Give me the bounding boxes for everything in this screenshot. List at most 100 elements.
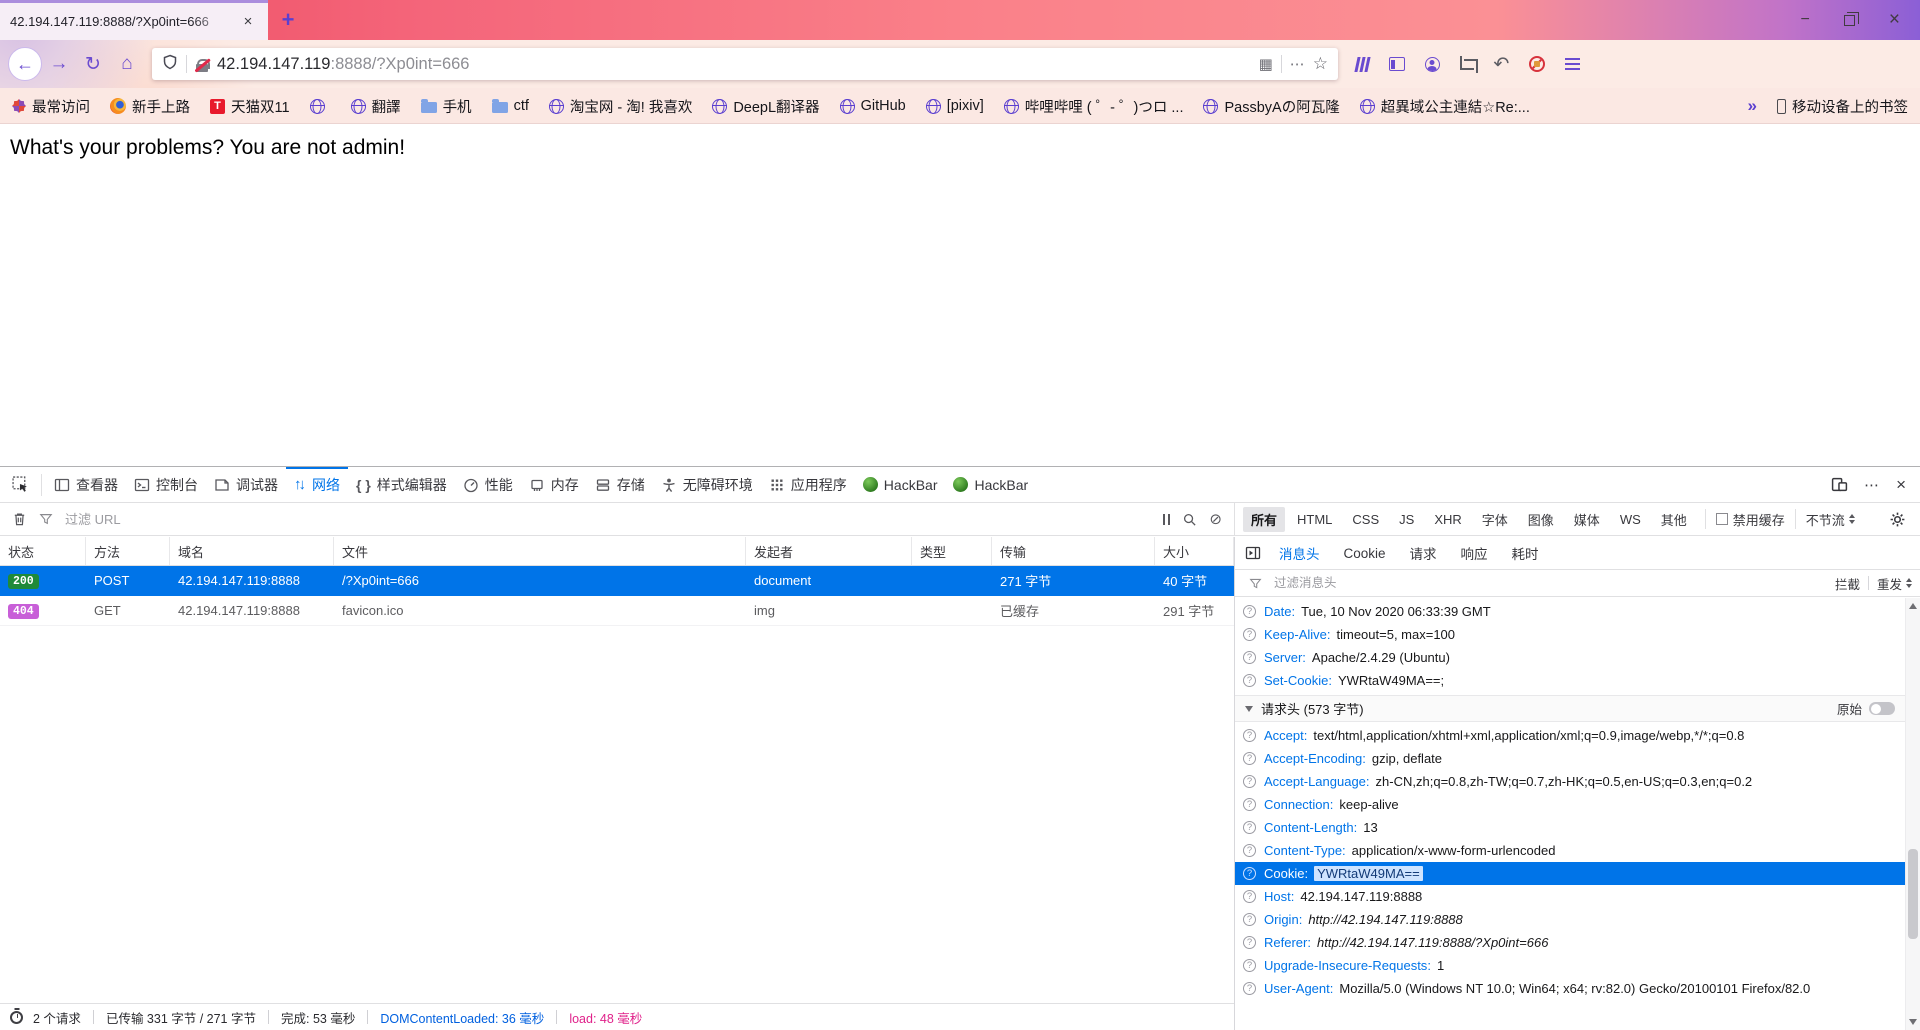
- clear-requests-trash-icon[interactable]: [12, 511, 27, 527]
- tab-hackbar-2[interactable]: HackBar: [945, 467, 1036, 502]
- forward-button[interactable]: →: [42, 47, 76, 81]
- type-filter-image[interactable]: 图像: [1520, 507, 1562, 532]
- resend-button[interactable]: 重发: [1877, 574, 1902, 593]
- library-icon[interactable]: [1354, 56, 1371, 72]
- sidebar-icon[interactable]: [1388, 57, 1405, 71]
- bookmark-tmall[interactable]: T 天猫双11: [210, 96, 290, 117]
- tab-debugger[interactable]: 调试器: [206, 467, 286, 502]
- bookmark-folder-ctf[interactable]: ctf: [491, 98, 529, 114]
- question-icon[interactable]: [1243, 890, 1256, 903]
- col-file[interactable]: 文件: [334, 537, 746, 565]
- type-filter-media[interactable]: 媒体: [1566, 507, 1608, 532]
- tab-style-editor[interactable]: { } 样式编辑器: [348, 467, 455, 502]
- tab-performance[interactable]: 性能: [455, 467, 521, 502]
- screenshot-icon[interactable]: [1459, 56, 1478, 73]
- type-filter-all[interactable]: 所有: [1243, 506, 1286, 532]
- bookmark-github[interactable]: GitHub: [839, 98, 906, 114]
- type-filter-ws[interactable]: WS: [1612, 509, 1649, 530]
- resend-caret-icon[interactable]: [1906, 578, 1912, 588]
- request-row-post[interactable]: 200 POST 42.194.147.119:8888 /?Xp0int=66…: [0, 566, 1234, 596]
- col-initiator[interactable]: 发起者: [746, 537, 912, 565]
- col-size[interactable]: 大小: [1155, 537, 1234, 565]
- home-button[interactable]: ⌂: [110, 47, 144, 81]
- raw-toggle-switch[interactable]: [1869, 702, 1895, 715]
- question-icon[interactable]: [1243, 821, 1256, 834]
- pause-recording-icon[interactable]: [1162, 513, 1171, 525]
- url-bar[interactable]: 42.194.147.119:8888/?Xp0int=666 ▦ ⋯ ☆: [152, 48, 1338, 80]
- question-icon[interactable]: [1243, 982, 1256, 995]
- account-icon[interactable]: [1424, 56, 1440, 72]
- details-tab-timings[interactable]: 耗时: [1500, 537, 1551, 569]
- request-header-cookie-selected[interactable]: Cookie YWRtaW49MA==: [1235, 862, 1905, 885]
- bookmarks-overflow-chevron[interactable]: »: [1748, 96, 1757, 116]
- bookmark-star-icon[interactable]: ☆: [1313, 54, 1328, 74]
- request-headers-section[interactable]: 请求头 (573 字节) 原始: [1235, 695, 1905, 722]
- tab-close-icon[interactable]: ×: [238, 12, 258, 32]
- question-icon[interactable]: [1243, 844, 1256, 857]
- page-actions-icon[interactable]: ⋯: [1290, 55, 1305, 73]
- bookmark-translate[interactable]: 翻譯: [350, 96, 401, 117]
- tab-console[interactable]: 控制台: [126, 467, 206, 502]
- question-icon[interactable]: [1243, 867, 1256, 880]
- request-header-connection[interactable]: Connection keep-alive: [1235, 793, 1905, 816]
- new-tab-button[interactable]: +: [268, 0, 308, 40]
- window-close-icon[interactable]: ×: [1889, 9, 1900, 31]
- type-filter-html[interactable]: HTML: [1289, 509, 1340, 530]
- request-header-referer[interactable]: Referer http://42.194.147.119:8888/?Xp0in…: [1235, 931, 1905, 954]
- request-header-content-length[interactable]: Content-Length 13: [1235, 816, 1905, 839]
- response-header-server[interactable]: Server Apache/2.4.29 (Ubuntu): [1235, 646, 1905, 669]
- question-icon[interactable]: [1243, 798, 1256, 811]
- type-filter-xhr[interactable]: XHR: [1426, 509, 1469, 530]
- question-icon[interactable]: [1243, 936, 1256, 949]
- tracking-protection-shield-icon[interactable]: [162, 54, 178, 75]
- network-settings-gear-icon[interactable]: [1889, 511, 1906, 528]
- undo-icon[interactable]: ↶: [1494, 53, 1510, 76]
- type-filter-other[interactable]: 其他: [1653, 507, 1695, 532]
- tab-storage[interactable]: 存储: [587, 467, 653, 502]
- details-tab-response[interactable]: 响应: [1449, 537, 1500, 569]
- bookmark-pixiv[interactable]: [pixiv]: [925, 98, 984, 114]
- scroll-up-icon[interactable]: [1909, 603, 1917, 609]
- request-header-upgrade-insecure[interactable]: Upgrade-Insecure-Requests 1: [1235, 954, 1905, 977]
- question-icon[interactable]: [1243, 628, 1256, 641]
- devtools-close-icon[interactable]: ×: [1896, 475, 1906, 495]
- restore-icon[interactable]: [1843, 11, 1859, 26]
- bookmark-most-visited[interactable]: 最常访问: [12, 96, 90, 117]
- throttle-dropdown[interactable]: 不节流: [1806, 510, 1855, 529]
- bookmark-unnamed[interactable]: [309, 98, 331, 114]
- minimize-icon[interactable]: −: [1801, 11, 1810, 29]
- type-filter-js[interactable]: JS: [1391, 509, 1422, 530]
- details-tab-cookie[interactable]: Cookie: [1332, 537, 1398, 569]
- tab-inspector[interactable]: 查看器: [46, 467, 126, 502]
- bookmark-getting-started[interactable]: 新手上路: [110, 96, 190, 117]
- bookmark-taobao[interactable]: 淘宝网 - 淘! 我喜欢: [548, 96, 692, 117]
- blocked-extension-icon[interactable]: [1529, 56, 1546, 72]
- bookmark-princess-connect[interactable]: 超異域公主連結☆Re:...: [1359, 96, 1530, 117]
- tab-hackbar-1[interactable]: HackBar: [855, 467, 946, 502]
- responsive-mode-icon[interactable]: [1831, 476, 1848, 493]
- col-type[interactable]: 类型: [912, 537, 992, 565]
- bookmark-folder-phone[interactable]: 手机: [420, 96, 472, 117]
- question-icon[interactable]: [1243, 959, 1256, 972]
- response-header-setcookie[interactable]: Set-Cookie YWRtaW49MA==;: [1235, 669, 1905, 692]
- search-icon[interactable]: [1182, 512, 1197, 527]
- disable-cache-checkbox[interactable]: 禁用缓存: [1715, 510, 1785, 529]
- browser-tab[interactable]: 42.194.147.119:8888/?Xp0int=666 ×: [0, 0, 268, 40]
- response-header-date[interactable]: Date Tue, 10 Nov 2020 06:33:39 GMT: [1235, 600, 1905, 623]
- question-icon[interactable]: [1243, 605, 1256, 618]
- col-status[interactable]: 状态: [0, 537, 86, 565]
- details-scrollbar[interactable]: [1905, 598, 1920, 1030]
- insecure-lock-icon[interactable]: [195, 58, 210, 72]
- tab-memory[interactable]: 内存: [521, 467, 587, 502]
- url-text[interactable]: 42.194.147.119:8888/?Xp0int=666: [217, 55, 1251, 74]
- block-requests-icon[interactable]: ⊘: [1209, 510, 1222, 528]
- mobile-bookmarks[interactable]: 移动设备上的书签: [1777, 96, 1908, 117]
- request-header-user-agent[interactable]: User-Agent Mozilla/5.0 (Windows NT 10.0; …: [1235, 977, 1905, 1000]
- back-button[interactable]: ←: [8, 47, 42, 81]
- question-icon[interactable]: [1243, 775, 1256, 788]
- scroll-down-icon[interactable]: [1909, 1019, 1917, 1025]
- request-header-accept-encoding[interactable]: Accept-Encoding gzip, deflate: [1235, 747, 1905, 770]
- details-tab-headers[interactable]: 消息头: [1267, 537, 1332, 569]
- tab-accessibility[interactable]: 无障碍环境: [653, 467, 761, 502]
- question-icon[interactable]: [1243, 651, 1256, 664]
